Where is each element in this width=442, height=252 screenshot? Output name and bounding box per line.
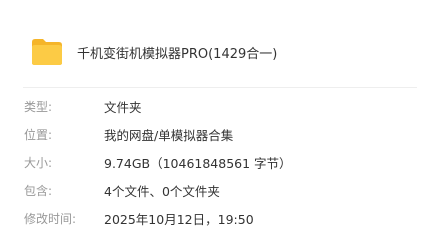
property-row-type: 类型: 文件夹 xyxy=(24,92,424,120)
type-value: 文件夹 xyxy=(104,99,142,115)
property-row-size: 大小: 9.74GB（10461848561 字节） xyxy=(24,148,424,176)
folder-icon xyxy=(31,38,63,66)
file-title: 千机变街机模拟器PRO(1429合一) xyxy=(77,46,278,62)
file-properties-panel: 千机变街机模拟器PRO(1429合一) 类型: 文件夹 位置: 我的网盘/单模拟… xyxy=(0,0,442,252)
location-label: 位置: xyxy=(24,127,53,142)
size-label: 大小: xyxy=(24,155,53,170)
properties-list: 类型: 文件夹 位置: 我的网盘/单模拟器合集 大小: 9.74GB（10461… xyxy=(24,92,424,232)
modified-value: 2025年10月12日，19:50 xyxy=(104,211,254,227)
property-row-contains: 包含: 4个文件、0个文件夹 xyxy=(24,176,424,204)
divider xyxy=(23,87,417,88)
contains-label: 包含: xyxy=(24,183,53,198)
location-value: 我的网盘/单模拟器合集 xyxy=(104,127,234,143)
modified-label: 修改时间: xyxy=(24,211,77,226)
file-header: 千机变街机模拟器PRO(1429合一) xyxy=(31,36,277,68)
type-label: 类型: xyxy=(24,99,53,114)
size-value: 9.74GB（10461848561 字节） xyxy=(104,155,292,171)
property-row-modified: 修改时间: 2025年10月12日，19:50 xyxy=(24,204,424,232)
property-row-location: 位置: 我的网盘/单模拟器合集 xyxy=(24,120,424,148)
contains-value: 4个文件、0个文件夹 xyxy=(104,183,220,199)
